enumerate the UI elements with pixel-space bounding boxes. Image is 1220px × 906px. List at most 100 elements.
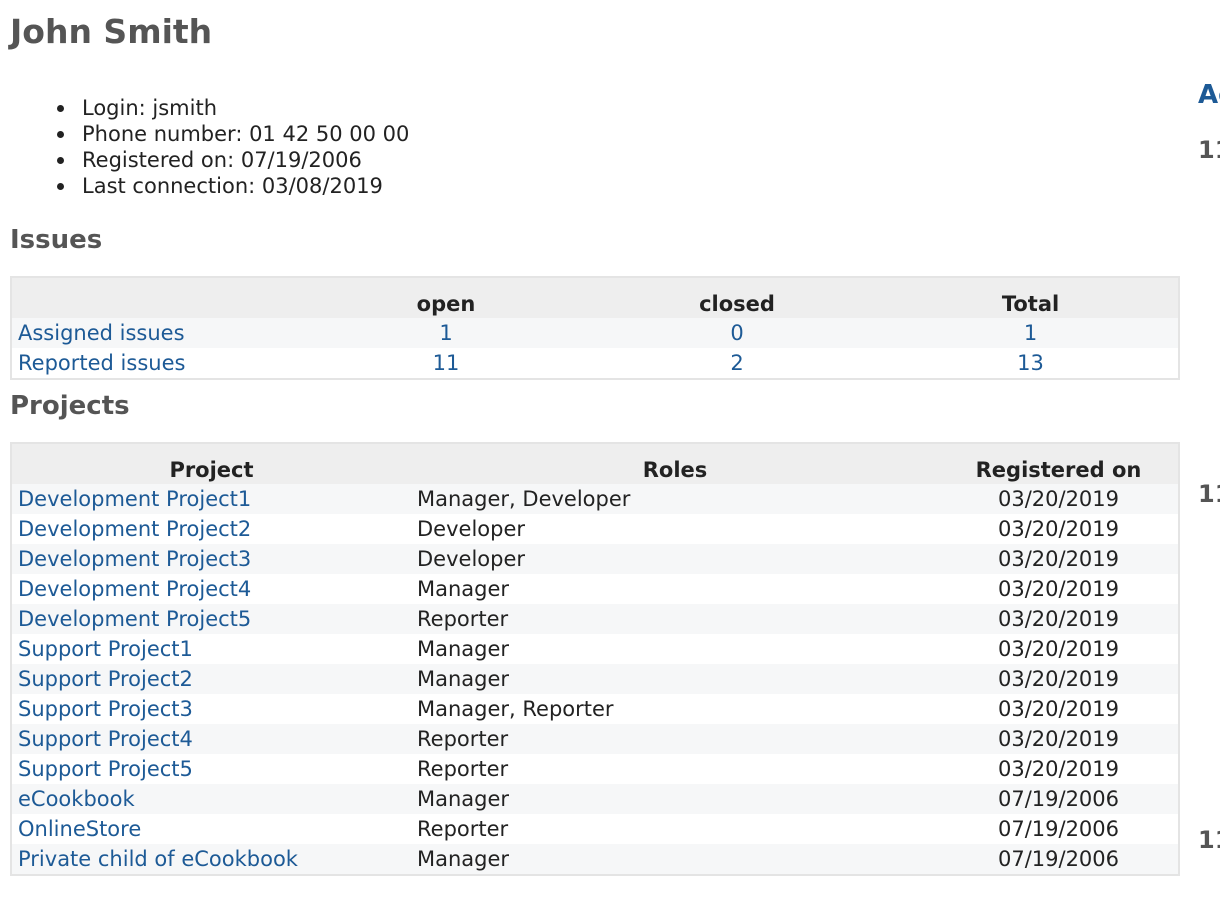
issues-open-count-cell: 1: [301, 318, 591, 348]
projects-header-row: Project Roles Registered on: [11, 443, 1179, 484]
projects-heading: Projects: [10, 391, 130, 421]
user-registered-on: Registered on: 07/19/2006: [56, 147, 409, 173]
project-link[interactable]: Development Project4: [18, 577, 251, 601]
project-name-cell: OnlineStore: [11, 814, 411, 844]
issues-open-count-link[interactable]: 1: [439, 321, 452, 345]
project-registered-on: 03/20/2019: [939, 724, 1179, 754]
project-link[interactable]: Development Project5: [18, 607, 251, 631]
project-link[interactable]: Support Project2: [18, 667, 193, 691]
issues-total-count-link[interactable]: 1: [1024, 321, 1037, 345]
project-registered-on: 07/19/2006: [939, 814, 1179, 844]
project-link[interactable]: OnlineStore: [18, 817, 141, 841]
projects-header-registered: Registered on: [939, 443, 1179, 484]
project-name-cell: Development Project2: [11, 514, 411, 544]
project-row: eCookbook Manager 07/19/2006: [11, 784, 1179, 814]
project-row: Development Project3 Developer 03/20/2019: [11, 544, 1179, 574]
project-row: Support Project2 Manager 03/20/2019: [11, 664, 1179, 694]
activity-sidebar: Ac 11 11 11: [1198, 0, 1220, 906]
project-link[interactable]: Private child of eCookbook: [18, 847, 298, 871]
project-roles: Manager, Reporter: [411, 694, 939, 724]
issues-header-total: Total: [883, 277, 1179, 318]
issues-row-label-link[interactable]: Assigned issues: [18, 321, 185, 345]
project-row: Development Project2 Developer 03/20/2019: [11, 514, 1179, 544]
project-registered-on: 07/19/2006: [939, 784, 1179, 814]
issues-open-count-link[interactable]: 11: [433, 351, 460, 375]
project-roles: Reporter: [411, 724, 939, 754]
project-roles: Reporter: [411, 754, 939, 784]
project-link[interactable]: Development Project1: [18, 487, 251, 511]
issues-header-open: open: [301, 277, 591, 318]
issues-header-closed: closed: [591, 277, 883, 318]
project-registered-on: 03/20/2019: [939, 574, 1179, 604]
page-title: John Smith: [10, 12, 213, 51]
project-link[interactable]: Development Project3: [18, 547, 251, 571]
activity-day-label: 11: [1198, 826, 1220, 854]
project-row: OnlineStore Reporter 07/19/2006: [11, 814, 1179, 844]
project-row: Support Project5 Reporter 03/20/2019: [11, 754, 1179, 784]
issues-row: Assigned issues 1 0 1: [11, 318, 1179, 348]
issues-closed-count-link[interactable]: 2: [730, 351, 743, 375]
issues-table: open closed Total Assigned issues 1 0 1 Repo…: [10, 276, 1180, 380]
project-row: Development Project4 Manager 03/20/2019: [11, 574, 1179, 604]
project-registered-on: 07/19/2006: [939, 844, 1179, 875]
user-last-connection: Last connection: 03/08/2019: [56, 173, 409, 199]
project-registered-on: 03/20/2019: [939, 664, 1179, 694]
activity-day-label: 11: [1198, 480, 1220, 508]
project-name-cell: Support Project3: [11, 694, 411, 724]
project-registered-on: 03/20/2019: [939, 754, 1179, 784]
project-name-cell: Support Project2: [11, 664, 411, 694]
project-name-cell: Private child of eCookbook: [11, 844, 411, 875]
project-roles: Developer: [411, 544, 939, 574]
project-row: Support Project3 Manager, Reporter 03/20/2…: [11, 694, 1179, 724]
project-roles: Manager: [411, 664, 939, 694]
issues-closed-count-cell: 0: [591, 318, 883, 348]
issues-row-label-cell: Reported issues: [11, 348, 301, 379]
project-link[interactable]: Support Project3: [18, 697, 193, 721]
project-link[interactable]: Support Project4: [18, 727, 193, 751]
issues-total-count-link[interactable]: 13: [1017, 351, 1044, 375]
projects-header-project: Project: [11, 443, 411, 484]
project-registered-on: 03/20/2019: [939, 604, 1179, 634]
project-name-cell: Development Project1: [11, 484, 411, 514]
issues-row-label-cell: Assigned issues: [11, 318, 301, 348]
projects-header-roles: Roles: [411, 443, 939, 484]
activity-link[interactable]: Ac: [1198, 80, 1220, 110]
user-info-list: Login: jsmith Phone number: 01 42 50 00 …: [10, 95, 409, 199]
project-roles: Manager, Developer: [411, 484, 939, 514]
project-name-cell: eCookbook: [11, 784, 411, 814]
project-link[interactable]: Support Project5: [18, 757, 193, 781]
project-row: Development Project1 Manager, Developer 03…: [11, 484, 1179, 514]
issues-closed-count-cell: 2: [591, 348, 883, 379]
project-link[interactable]: Support Project1: [18, 637, 193, 661]
project-roles: Manager: [411, 634, 939, 664]
project-row: Support Project1 Manager 03/20/2019: [11, 634, 1179, 664]
projects-table: Project Roles Registered on Development …: [10, 442, 1180, 876]
project-name-cell: Development Project5: [11, 604, 411, 634]
project-registered-on: 03/20/2019: [939, 544, 1179, 574]
issues-total-count-cell: 13: [883, 348, 1179, 379]
project-roles: Manager: [411, 844, 939, 875]
project-registered-on: 03/20/2019: [939, 634, 1179, 664]
issues-row: Reported issues 11 2 13: [11, 348, 1179, 379]
project-link[interactable]: Development Project2: [18, 517, 251, 541]
issues-row-label-link[interactable]: Reported issues: [18, 351, 185, 375]
user-profile-page: John Smith Login: jsmith Phone number: 0…: [0, 0, 1220, 906]
project-name-cell: Development Project4: [11, 574, 411, 604]
issues-heading: Issues: [10, 225, 103, 255]
project-registered-on: 03/20/2019: [939, 694, 1179, 724]
user-login: Login: jsmith: [56, 95, 409, 121]
project-roles: Reporter: [411, 604, 939, 634]
project-name-cell: Support Project5: [11, 754, 411, 784]
project-registered-on: 03/20/2019: [939, 484, 1179, 514]
issues-header-row: open closed Total: [11, 277, 1179, 318]
project-name-cell: Development Project3: [11, 544, 411, 574]
project-name-cell: Support Project4: [11, 724, 411, 754]
project-roles: Manager: [411, 574, 939, 604]
issues-header-blank: [11, 277, 301, 318]
project-row: Development Project5 Reporter 03/20/2019: [11, 604, 1179, 634]
project-link[interactable]: eCookbook: [18, 787, 135, 811]
issues-closed-count-link[interactable]: 0: [730, 321, 743, 345]
project-roles: Manager: [411, 784, 939, 814]
activity-day-label: 11: [1198, 136, 1220, 164]
project-roles: Reporter: [411, 814, 939, 844]
